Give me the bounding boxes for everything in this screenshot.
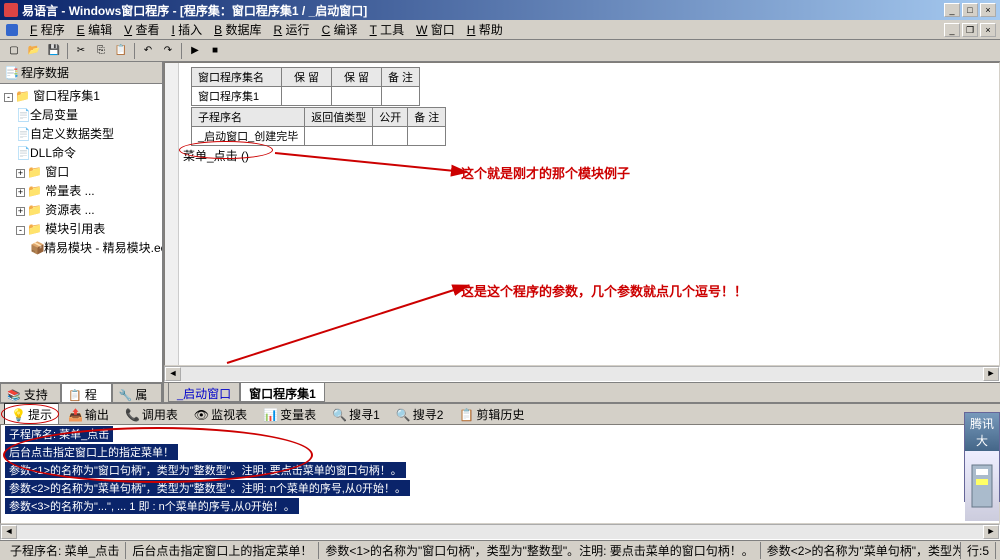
status-param1: 参数<1>的名称为"窗口句柄"，类型为"整数型"。注明: 要点击菜单的窗口句柄！… [319, 542, 760, 559]
tree-item-modules[interactable]: -📁 模块引用表 [2, 219, 160, 238]
tree-header: 📑 程序数据 [0, 62, 162, 84]
status-param2: 参数<2>的名称为"菜单句柄"，类型为"整数型"。注明: 要点击的菜单… [761, 542, 961, 559]
scroll-right-button[interactable]: ► [983, 525, 999, 539]
menu-help[interactable]: H 帮助 [461, 19, 509, 40]
tree-root-node[interactable]: -📁 窗口程序集1 [2, 86, 160, 105]
editor-hscroll[interactable]: ◄ ► [164, 366, 1000, 382]
notification-popup[interactable]: 腾讯大 [964, 412, 1000, 502]
editor-tab-startup-window[interactable]: _启动窗口 [168, 383, 240, 402]
menu-tools[interactable]: T 工具 [364, 19, 410, 40]
scroll-right-button[interactable]: ► [983, 367, 999, 381]
tree-item-dll[interactable]: 📄DLL命令 [2, 143, 160, 162]
output-tabs: 💡提示 📤输出 📞调用表 👁监视表 📊变量表 🔍搜寻1 🔍搜寻2 📋剪辑历史 [0, 402, 1000, 424]
expand-icon[interactable]: + [16, 169, 25, 178]
left-panel-tabs: 📚 支持库 📋 程序 🔧 属性 [0, 382, 162, 402]
annotation-text-1: 这个就是刚才的那个模块例子 [461, 163, 630, 182]
status-desc: 后台点击指定窗口上的指定菜单！ [126, 542, 319, 559]
tree-item-types[interactable]: 📄自定义数据类型 [2, 124, 160, 143]
mdi-minimize-button[interactable]: _ [944, 23, 960, 37]
left-panel: 📑 程序数据 -📁 窗口程序集1 📄全局变量 📄自定义数据类型 📄DLL命令 +… [0, 62, 164, 402]
output-line: 子程序名: 菜单_点击 [5, 426, 113, 442]
output-tab-tips[interactable]: 💡提示 [4, 403, 59, 426]
tool-new[interactable]: ▢ [5, 42, 23, 60]
menu-compile[interactable]: C 编译 [316, 19, 364, 40]
status-sub-name: 子程序名: 菜单_点击 [4, 542, 126, 559]
window-title: 易语言 - Windows窗口程序 - [程序集：窗口程序集1 / _启动窗口] [22, 2, 944, 19]
titlebar: 易语言 - Windows窗口程序 - [程序集：窗口程序集1 / _启动窗口]… [0, 0, 1000, 20]
output-hscroll[interactable]: ◄ ► [0, 524, 1000, 540]
tree-title: 程序数据 [21, 64, 69, 81]
tool-copy[interactable]: ⎘ [92, 42, 110, 60]
tab-program[interactable]: 📋 程序 [61, 383, 111, 402]
tree-item-const[interactable]: +📁 常量表 ... [2, 181, 160, 200]
tool-redo[interactable]: ↷ [159, 42, 177, 60]
output-line: 后台点击指定窗口上的指定菜单！ [5, 444, 178, 460]
annotation-text-2: 这是这个程序的参数，几个参数就点几个逗号！！ [461, 281, 747, 300]
assembly-header-table: 窗口程序集名保 留保 留备 注 窗口程序集1 [191, 67, 420, 106]
menu-database[interactable]: B 数据库 [208, 19, 267, 40]
editor-tab-assembly-1[interactable]: 窗口程序集1 [240, 383, 325, 402]
menu-run[interactable]: R 运行 [268, 19, 316, 40]
status-line: 行:5 [961, 542, 996, 559]
close-button[interactable]: × [980, 3, 996, 17]
popup-body [965, 451, 999, 521]
menu-logo-icon [4, 22, 20, 38]
expand-icon[interactable]: + [16, 207, 25, 216]
app-icon [4, 3, 18, 17]
output-line: 参数<2>的名称为"菜单句柄"，类型为"整数型"。注明: n个菜单的序号,从0开… [5, 480, 410, 496]
output-tab-search1[interactable]: 🔍搜寻1 [325, 403, 387, 426]
menubar: F 程序 E 编辑 V 查看 I 插入 B 数据库 R 运行 C 编译 T 工具… [0, 20, 1000, 40]
tool-open[interactable]: 📂 [25, 42, 43, 60]
tree-item-globals[interactable]: 📄全局变量 [2, 105, 160, 124]
tree-item-window[interactable]: +📁 窗口 [2, 162, 160, 181]
editor-gutter [165, 63, 179, 365]
code-editor[interactable]: 窗口程序集名保 留保 留备 注 窗口程序集1 子程序名返回值类型公开备 注 _启… [164, 62, 1000, 366]
tree-item-resource[interactable]: +📁 资源表 ... [2, 200, 160, 219]
annotation-ellipse-1 [179, 141, 273, 159]
output-tab-clip[interactable]: 📋剪辑历史 [452, 403, 531, 426]
tab-properties[interactable]: 🔧 属性 [112, 383, 162, 402]
tool-undo[interactable]: ↶ [139, 42, 157, 60]
output-tab-watch[interactable]: 👁监视表 [187, 403, 254, 426]
expand-icon[interactable]: + [16, 188, 25, 197]
toolbar: ▢ 📂 💾 ✂ ⎘ 📋 ↶ ↷ ▶ ■ [0, 40, 1000, 62]
menu-view[interactable]: V 查看 [118, 19, 165, 40]
expand-icon[interactable]: - [4, 93, 13, 102]
expand-icon[interactable]: - [16, 226, 25, 235]
tool-stop[interactable]: ■ [206, 42, 224, 60]
scroll-left-button[interactable]: ◄ [165, 367, 181, 381]
tool-paste[interactable]: 📋 [112, 42, 130, 60]
scroll-left-button[interactable]: ◄ [1, 525, 17, 539]
output-line: 参数<1>的名称为"窗口句柄"，类型为"整数型"。注明: 要点击菜单的窗口句柄！… [5, 462, 406, 478]
editor-panel: 窗口程序集名保 留保 留备 注 窗口程序集1 子程序名返回值类型公开备 注 _启… [164, 62, 1000, 402]
menu-program[interactable]: F 程序 [24, 19, 71, 40]
editor-tabs: _启动窗口 窗口程序集1 [164, 382, 1000, 402]
tool-cut[interactable]: ✂ [72, 42, 90, 60]
popup-title: 腾讯大 [965, 413, 999, 451]
output-tab-search2[interactable]: 🔍搜寻2 [389, 403, 451, 426]
tree-item-module-file[interactable]: 📦精易模块 - 精易模块.ec [2, 238, 160, 257]
mdi-restore-button[interactable]: ❐ [962, 23, 978, 37]
tab-support-lib[interactable]: 📚 支持库 [0, 383, 61, 402]
output-panel[interactable]: 子程序名: 菜单_点击 后台点击指定窗口上的指定菜单！ 参数<1>的名称为"窗口… [0, 424, 1000, 524]
tool-save[interactable]: 💾 [45, 42, 63, 60]
menu-insert[interactable]: I 插入 [165, 19, 208, 40]
menu-window[interactable]: W 窗口 [410, 19, 461, 40]
output-tab-output[interactable]: 📤输出 [61, 403, 116, 426]
output-tab-calltable[interactable]: 📞调用表 [118, 403, 185, 426]
minimize-button[interactable]: _ [944, 3, 960, 17]
project-tree[interactable]: -📁 窗口程序集1 📄全局变量 📄自定义数据类型 📄DLL命令 +📁 窗口 +📁… [0, 84, 162, 382]
menu-edit[interactable]: E 编辑 [71, 19, 118, 40]
maximize-button[interactable]: □ [962, 3, 978, 17]
output-line: 参数<3>的名称为"...", ... 1 即 : n个菜单的序号,从0开始！。 [5, 498, 299, 514]
mdi-close-button[interactable]: × [980, 23, 996, 37]
statusbar: 子程序名: 菜单_点击 后台点击指定窗口上的指定菜单！ 参数<1>的名称为"窗口… [0, 540, 1000, 560]
output-tab-vars[interactable]: 📊变量表 [256, 403, 323, 426]
tree-root-icon: 📑 [4, 66, 19, 80]
tool-run[interactable]: ▶ [186, 42, 204, 60]
